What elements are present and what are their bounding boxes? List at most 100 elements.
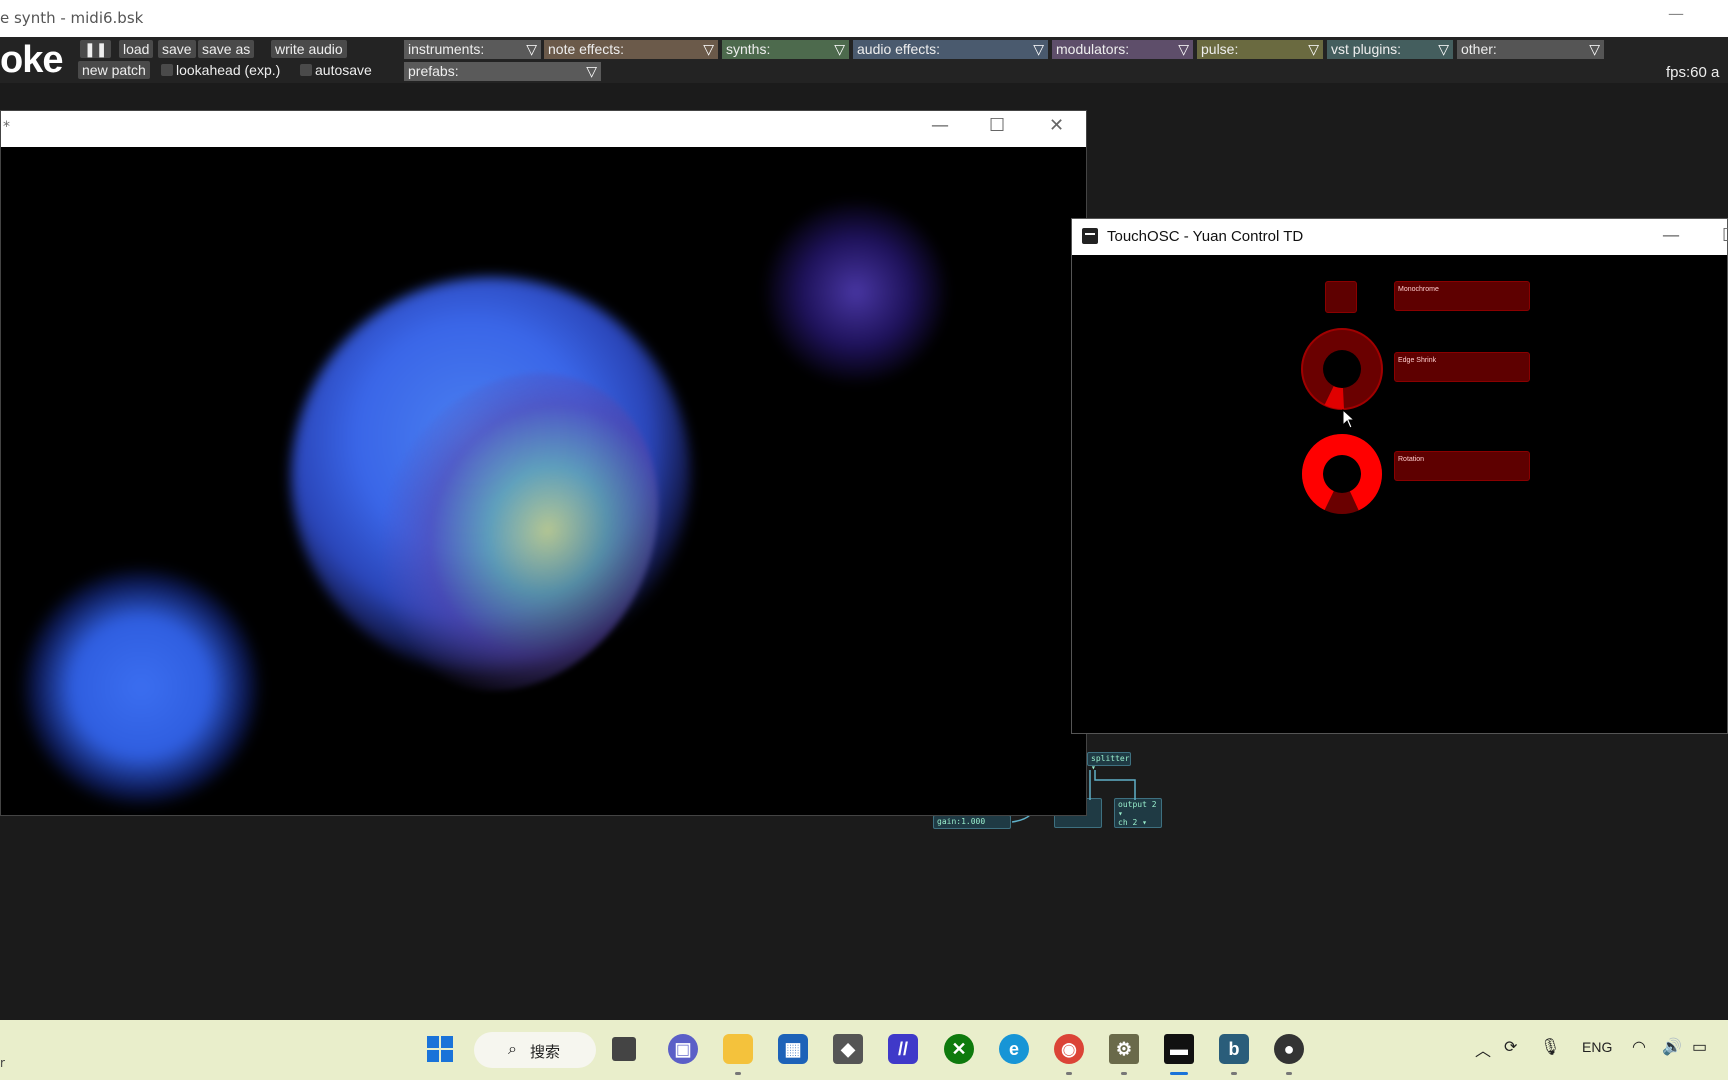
unity-hub-icon[interactable]: ◆ (833, 1034, 863, 1064)
edge-shrink-label-box: Edge Shrink (1394, 352, 1530, 382)
language-indicator[interactable]: ENG (1582, 1039, 1612, 1055)
save-as-button[interactable]: save as (198, 40, 255, 58)
pulse-dropdown-label: pulse: (1201, 41, 1239, 57)
viz-window-title: * (3, 119, 10, 135)
bottom-left-orb (21, 567, 261, 807)
volume-icon[interactable]: 🔊 (1662, 1037, 1682, 1057)
audio-effects-dropdown-label: audio effects: (857, 41, 941, 57)
chevron-down-icon: ▽ (586, 63, 597, 79)
lookahead-checkbox-box[interactable] (161, 64, 173, 76)
prefabs-dropdown[interactable]: prefabs: ▽ (404, 62, 601, 81)
app-window-title: e synth - midi6.bsk (0, 9, 144, 27)
edge-shrink-knob[interactable] (1297, 324, 1387, 414)
other-dropdown-label: other: (1461, 41, 1497, 57)
touchosc-titlebar[interactable]: TouchOSC - Yuan Control TD — ☐ (1072, 219, 1728, 255)
minimize-button[interactable]: — (1662, 225, 1680, 246)
battery-icon[interactable]: ▭ (1692, 1037, 1707, 1057)
bespoke-synth-icon[interactable]: ⚙ (1109, 1034, 1139, 1064)
note-effects-dropdown[interactable]: note effects: ▽ (544, 40, 718, 59)
touchdesigner-icon[interactable]: b (1219, 1034, 1249, 1064)
audio-effects-dropdown[interactable]: audio effects: ▽ (853, 40, 1048, 59)
sync-icon[interactable]: ⟳ (1504, 1037, 1517, 1057)
chevron-down-icon: ▽ (834, 41, 845, 57)
maximize-button[interactable]: ☐ (989, 115, 1005, 136)
start-button[interactable] (425, 1034, 455, 1064)
running-indicator (1286, 1072, 1292, 1075)
microsoft-store-icon[interactable]: ▦ (778, 1034, 808, 1064)
visual-output-window[interactable]: * — ☐ ✕ (0, 110, 1087, 816)
viz-window-titlebar[interactable]: * — ☐ ✕ (1, 111, 1086, 147)
chevron-down-icon: ▽ (703, 41, 714, 57)
rotation-label-box: Rotation (1394, 451, 1530, 481)
other-dropdown[interactable]: other: ▽ (1457, 40, 1604, 59)
file-explorer-icon[interactable] (723, 1034, 753, 1064)
vst-plugins-dropdown-label: vst plugins: (1331, 41, 1402, 57)
touchosc-window[interactable]: TouchOSC - Yuan Control TD — ☐ Monochrom… (1071, 218, 1728, 734)
visual-canvas (1, 147, 1086, 815)
chevron-down-icon: ▽ (1438, 41, 1449, 57)
instruments-dropdown-label: instruments: (408, 41, 485, 57)
close-button[interactable]: ✕ (1049, 115, 1064, 136)
monochrome-toggle[interactable] (1325, 281, 1357, 313)
lookahead-label: lookahead (exp.) (176, 62, 281, 78)
chevron-down-icon: ▽ (1589, 41, 1600, 57)
vscode-like-icon[interactable]: // (888, 1034, 918, 1064)
autosave-checkbox[interactable]: autosave (300, 61, 372, 79)
touchosc-taskbar-icon[interactable]: ▬ (1164, 1034, 1194, 1064)
teams-chat-icon[interactable]: ▣ (668, 1034, 698, 1064)
running-indicator (735, 1072, 741, 1075)
prefabs-dropdown-label: prefabs: (408, 63, 459, 79)
taskbar-search[interactable]: ⌕ 搜索 (474, 1032, 596, 1068)
knob-hole (1323, 350, 1361, 388)
mouse-cursor-icon (1342, 409, 1356, 429)
xbox-icon[interactable]: ✕ (944, 1034, 974, 1064)
synths-dropdown-label: synths: (726, 41, 771, 57)
modulators-dropdown[interactable]: modulators: ▽ (1052, 40, 1193, 59)
fps-readout: fps:60 a (1666, 64, 1720, 81)
new-patch-button[interactable]: new patch (78, 61, 150, 79)
search-icon: ⌕ (508, 1039, 517, 1058)
autosave-checkbox-box[interactable] (300, 64, 312, 76)
tray-overflow-icon[interactable]: ︿ (1475, 1037, 1491, 1061)
touchosc-title: TouchOSC - Yuan Control TD (1107, 228, 1304, 245)
windows-logo-icon (427, 1036, 453, 1062)
active-indicator (1170, 1072, 1188, 1075)
windows-taskbar: r ⌕ 搜索 ▣ ▦ ◆ // ✕ e ◉ ⚙ ▬ b ● ︿ ⟳ 🎙 ENG … (0, 1020, 1728, 1080)
chrome-icon[interactable]: ◉ (1054, 1034, 1084, 1064)
chevron-down-icon: ▽ (1178, 41, 1189, 57)
patch-cable (1011, 814, 1031, 823)
instruments-dropdown[interactable]: instruments: ▽ (404, 40, 541, 59)
vst-plugins-dropdown[interactable]: vst plugins: ▽ (1327, 40, 1453, 59)
app-minimize-button[interactable]: — (1668, 4, 1684, 23)
note-effects-dropdown-label: note effects: (548, 41, 625, 57)
wifi-icon[interactable]: ◠ (1632, 1037, 1646, 1057)
running-indicator (1231, 1072, 1237, 1075)
rotation-label: Rotation (1398, 456, 1425, 463)
obs-icon[interactable]: ● (1274, 1034, 1304, 1064)
maximize-button[interactable]: ☐ (1722, 225, 1728, 246)
microphone-icon[interactable]: 🎙 (1540, 1037, 1560, 1057)
monochrome-label: Monochrome (1398, 286, 1439, 293)
save-button[interactable]: save (158, 40, 196, 58)
monochrome-label-box: Monochrome (1394, 281, 1530, 311)
knob-hole (1323, 455, 1361, 493)
load-button[interactable]: load (119, 40, 154, 58)
synths-dropdown[interactable]: synths: ▽ (722, 40, 849, 59)
taskbar-left-glyph: r (0, 1056, 5, 1070)
running-indicator (1121, 1072, 1127, 1075)
pulse-dropdown[interactable]: pulse: ▽ (1197, 40, 1323, 59)
lookahead-checkbox[interactable]: lookahead (exp.) (161, 61, 280, 79)
chevron-down-icon: ▽ (1308, 41, 1319, 57)
touchosc-app-icon (1082, 228, 1098, 244)
rotation-knob[interactable] (1297, 429, 1387, 519)
bespoke-toolbar: oke ❚❚ load save save as write audio new… (0, 37, 1728, 83)
write-audio-button[interactable]: write audio (271, 40, 347, 58)
modulators-dropdown-label: modulators: (1056, 41, 1130, 57)
pause-button[interactable]: ❚❚ (80, 40, 112, 58)
task-view-icon[interactable] (612, 1037, 636, 1061)
minimize-button[interactable]: — (931, 115, 949, 136)
patch-cable (1094, 770, 1136, 800)
small-orb (761, 197, 951, 387)
edge-browser-icon[interactable]: e (999, 1034, 1029, 1064)
search-label: 搜索 (530, 1043, 561, 1061)
